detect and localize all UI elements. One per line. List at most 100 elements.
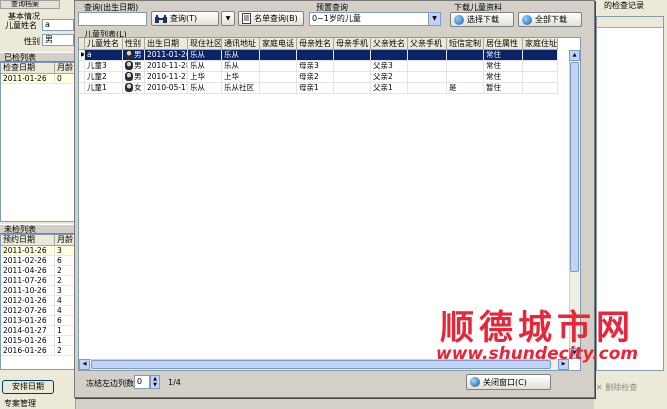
- check-record-label: 的检查记录: [604, 1, 644, 10]
- unchecked-list-table[interactable]: 预约日期 月龄 2011-01-26 3 2011-02-26 6 2011-04-26…: [0, 234, 76, 370]
- child-cell: 父亲1: [371, 83, 408, 94]
- child-cell: 2010-11-21: [145, 72, 188, 83]
- child-cell: 母亲1: [297, 83, 334, 94]
- child-list-header: 儿童姓名 性别 出生日期 现住社区 通讯地址 家庭电话 母亲姓名 母亲手机 父亲姓名 父亲手机 短信…: [79, 38, 558, 50]
- column-header[interactable]: 父亲手机: [408, 38, 447, 49]
- unchecked-row[interactable]: 2011-10-26 3: [1, 286, 75, 296]
- freeze-columns-stepper[interactable]: ▲ ▼: [150, 375, 160, 389]
- child-cell: 父亲2: [371, 72, 408, 83]
- unchecked-row[interactable]: 2011-01-26 3: [1, 246, 75, 256]
- unchecked-row[interactable]: 2012-01-26 4: [1, 296, 75, 306]
- child-name-field[interactable]: a: [42, 19, 74, 31]
- unchecked-row[interactable]: 2012-07-26 4: [1, 306, 75, 316]
- preset-query-select[interactable]: 0~1岁的儿童 ▼: [309, 12, 441, 26]
- child-row[interactable]: ▶a男2011-01-26乐从乐从常住: [79, 50, 558, 61]
- child-cell: [523, 61, 558, 72]
- stepper-down-icon[interactable]: ▼: [151, 382, 159, 388]
- child-cell: 乐从: [222, 50, 260, 61]
- child-cell: [334, 72, 371, 83]
- unchecked-cell-age: 6: [55, 256, 75, 265]
- child-cell: [334, 83, 371, 94]
- unchecked-col-age[interactable]: 月龄: [55, 235, 75, 245]
- page-indicator: 1/4: [168, 378, 181, 387]
- checked-list-table[interactable]: 检查日期 月龄 2011-01-26 0: [0, 62, 76, 222]
- chevron-down-icon: ▼: [225, 15, 231, 22]
- scrollbar-thumb[interactable]: [570, 62, 579, 272]
- list-query-button-label: 名单查询(B): [254, 14, 298, 23]
- unchecked-row[interactable]: 2014-01-27 1: [1, 326, 75, 336]
- close-icon: ✕: [596, 383, 606, 392]
- column-header[interactable]: 父亲姓名: [371, 38, 408, 49]
- unchecked-row[interactable]: 2016-01-26 2: [1, 346, 75, 356]
- download-all-button[interactable]: 全部下载: [518, 12, 582, 27]
- close-window-button[interactable]: 关闭窗口(C): [466, 374, 551, 390]
- column-header[interactable]: 母亲手机: [334, 38, 371, 49]
- column-header[interactable]: 出生日期: [145, 38, 188, 49]
- child-cell: [334, 61, 371, 72]
- child-cell: 2010-05-17: [145, 83, 188, 94]
- child-cell: [447, 61, 484, 72]
- schedule-date-button[interactable]: 安排日期: [2, 380, 54, 394]
- scroll-up-icon[interactable]: ▲: [569, 50, 580, 61]
- download-icon: [454, 14, 464, 25]
- gender-cell: 男: [123, 61, 145, 72]
- column-header[interactable]: 短信定制: [447, 38, 484, 49]
- child-cell: 父亲3: [371, 61, 408, 72]
- child-cell: 常住: [484, 61, 523, 72]
- child-cell: 乐从: [188, 83, 222, 94]
- child-row[interactable]: 儿童2 男 2010-11-21 上华 上华 母亲2 父亲2 常住: [79, 72, 558, 83]
- unchecked-row[interactable]: 2011-07-26 2: [1, 276, 75, 286]
- query-dropdown-button[interactable]: ▼: [221, 11, 235, 26]
- delete-check-button[interactable]: ✕ 删除检查: [596, 382, 664, 394]
- child-cell: 暂住: [484, 83, 523, 94]
- child-cell: 乐从: [188, 61, 222, 72]
- freeze-columns-input[interactable]: 0: [134, 375, 150, 389]
- child-cell: 常住: [484, 50, 523, 61]
- gender-cell: 女: [123, 83, 145, 94]
- scroll-left-icon[interactable]: ◀: [79, 359, 90, 370]
- close-window-icon: [470, 377, 480, 387]
- column-header[interactable]: 儿童姓名: [85, 38, 123, 49]
- column-header[interactable]: 家庭住址: [523, 38, 558, 49]
- column-header[interactable]: 性别: [123, 38, 145, 49]
- child-row[interactable]: 儿童3 男 2010-11-28 乐从 乐从 母亲3 父亲3 常住: [79, 61, 558, 72]
- column-header[interactable]: 母亲姓名: [297, 38, 334, 49]
- unchecked-cell-date: 2014-01-27: [1, 326, 55, 335]
- birthdate-query-input[interactable]: [78, 12, 147, 26]
- child-cell: 儿童2: [85, 72, 123, 83]
- watermark-url: www.shundecity.com: [436, 344, 639, 364]
- unchecked-row[interactable]: 2011-04-26 2: [1, 266, 75, 276]
- column-header[interactable]: 居住属性: [484, 38, 523, 49]
- background-tab[interactable]: 查询档案: [0, 0, 60, 9]
- unchecked-cell-age: 2: [55, 346, 75, 355]
- child-cell: a: [85, 50, 123, 61]
- unchecked-cell-age: 4: [55, 306, 75, 315]
- child-cell: 儿童3: [85, 61, 123, 72]
- select-download-button[interactable]: 选择下载: [450, 12, 514, 27]
- gender-field[interactable]: 男: [42, 34, 74, 46]
- unchecked-row[interactable]: 2011-02-26 6: [1, 256, 75, 266]
- column-header[interactable]: 家庭电话: [260, 38, 297, 49]
- query-button[interactable]: 查询(T): [151, 11, 219, 26]
- unchecked-col-date[interactable]: 预约日期: [1, 235, 55, 245]
- child-cell: [523, 83, 558, 94]
- delete-check-label: 删除检查: [605, 383, 638, 392]
- child-cell: 上华: [222, 72, 260, 83]
- checked-row[interactable]: 2011-01-26 0: [1, 74, 75, 84]
- child-cell: 乐从: [188, 50, 222, 61]
- column-header[interactable]: 通讯地址: [222, 38, 260, 49]
- list-query-button[interactable]: 名单查询(B): [238, 11, 304, 26]
- chevron-down-icon[interactable]: ▼: [428, 13, 440, 25]
- child-row[interactable]: 儿童1 女 2010-05-17 乐从 乐从社区 母亲1 父亲1 是暂住: [79, 83, 558, 94]
- checked-col-age[interactable]: 月龄: [55, 63, 75, 73]
- unchecked-row[interactable]: 2015-01-26 1: [1, 336, 75, 346]
- child-cell: [523, 50, 558, 61]
- child-cell: [408, 83, 447, 94]
- checked-col-date[interactable]: 检查日期: [1, 63, 55, 73]
- column-header[interactable]: 现住社区: [188, 38, 222, 49]
- unchecked-row[interactable]: 2013-01-26 6: [1, 316, 75, 326]
- unchecked-cell-age: 1: [55, 336, 75, 345]
- child-cell: 乐从社区: [222, 83, 260, 94]
- unchecked-cell-date: 2015-01-26: [1, 336, 55, 345]
- unchecked-cell-age: 4: [55, 296, 75, 305]
